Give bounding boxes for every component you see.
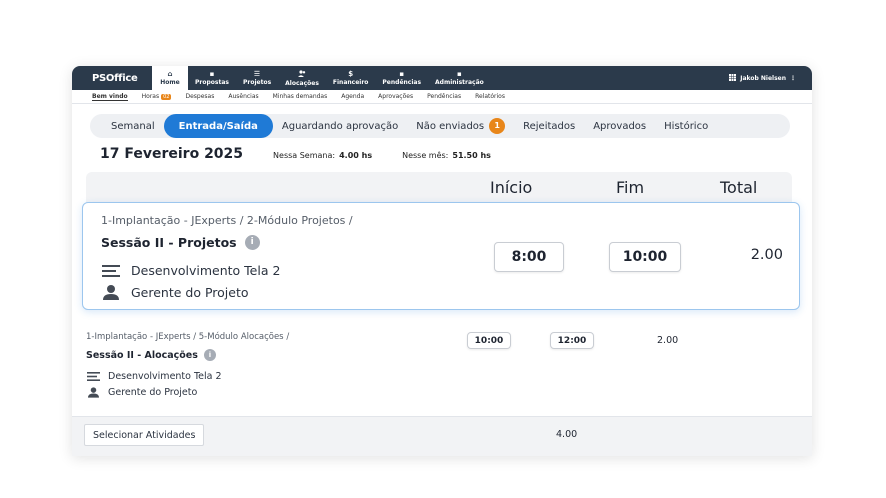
subnav-aprovacoes[interactable]: Aprovações xyxy=(378,93,413,100)
dollar-icon: $ xyxy=(348,70,354,78)
nav-home-label: Home xyxy=(160,79,180,86)
week-value: 4.00 hs xyxy=(339,151,373,160)
user-menu[interactable]: Jakob Nielsen ⋮ xyxy=(729,66,796,90)
entry-task-text: Desenvolvimento Tela 2 xyxy=(131,263,281,278)
entry-task: Desenvolvimento Tela 2 xyxy=(101,263,280,278)
nav-projetos-label: Projetos xyxy=(242,79,272,86)
people-icon xyxy=(298,69,306,79)
briefcase-icon: ▪ xyxy=(457,70,462,78)
entry-title: Sessão II - Projetos i xyxy=(101,235,260,250)
entry-role: Gerente do Projeto xyxy=(86,387,197,398)
current-date: 17 Fevereiro 2025 xyxy=(100,146,244,162)
nav-projetos[interactable]: ☰ Projetos xyxy=(236,66,278,90)
entry-task-text: Desenvolvimento Tela 2 xyxy=(108,371,222,382)
brand-logo: PSOffice xyxy=(92,72,138,84)
subnav-relatorios[interactable]: Relatórios xyxy=(475,93,505,100)
kebab-icon: ⋮ xyxy=(790,74,796,82)
subnav-bem-vindo[interactable]: Bem vindo xyxy=(92,93,128,101)
subnav-horas-label: Horas xyxy=(141,93,160,100)
tab-aprovados[interactable]: Aprovados xyxy=(584,114,655,138)
subnav-ausencias[interactable]: Ausências xyxy=(228,93,258,100)
tab-entrada-saida[interactable]: Entrada/Saída xyxy=(163,114,273,138)
entry-title-text: Sessão II - Alocações xyxy=(86,349,198,361)
end-time-input[interactable]: 10:00 xyxy=(609,242,681,272)
grand-total: 4.00 xyxy=(556,429,578,440)
entry-path: 1-Implantação - JExperts / 5-Módulo Aloc… xyxy=(86,332,290,342)
home-icon: ⌂ xyxy=(167,70,173,78)
info-icon[interactable]: i xyxy=(203,349,216,361)
inbox-icon: ▪ xyxy=(399,70,405,78)
entry-total: 2.00 xyxy=(657,335,679,346)
task-lines-icon xyxy=(86,372,100,381)
tab-aguardando-aprovacao[interactable]: Aguardando aprovação xyxy=(273,114,407,138)
subnav-agenda[interactable]: Agenda xyxy=(341,93,364,100)
entry-path: 1-Implantação - JExperts / 2-Módulo Proj… xyxy=(101,214,353,227)
nav-home[interactable]: ⌂ Home xyxy=(152,66,188,90)
start-time-input[interactable]: 10:00 xyxy=(467,332,511,349)
nav-pendencias[interactable]: ▪ Pendências xyxy=(375,66,428,90)
col-header-total: Total xyxy=(720,178,758,197)
list-icon: ☰ xyxy=(253,70,261,78)
grid-icon xyxy=(729,73,737,83)
subnav-despesas[interactable]: Despesas xyxy=(185,93,214,100)
person-icon xyxy=(101,285,121,300)
select-activities-button[interactable]: Selecionar Atividades xyxy=(84,424,205,446)
entry-title-text: Sessão II - Projetos xyxy=(101,235,237,250)
app-window: PSOffice ⌂ Home ▪ Propostas ☰ Projetos A… xyxy=(72,66,812,456)
entry-role-text: Gerente do Projeto xyxy=(108,387,198,398)
subnav-horas[interactable]: Horas 02 xyxy=(142,93,172,100)
view-tabs: Semanal Entrada/Saída Aguardando aprovaç… xyxy=(90,114,790,138)
entry-task: Desenvolvimento Tela 2 xyxy=(86,371,222,382)
nav-administracao[interactable]: ▪ Administração xyxy=(428,66,491,90)
table-footer: Selecionar Atividades 4.00 xyxy=(72,416,812,456)
month-label: Nesse mês: xyxy=(402,151,449,160)
nav-financeiro-label: Financeiro xyxy=(332,79,369,86)
proposal-icon: ▪ xyxy=(209,70,215,78)
person-icon xyxy=(86,387,100,398)
tab-historico[interactable]: Histórico xyxy=(655,114,717,138)
nav-alocacoes[interactable]: Alocações xyxy=(278,66,326,90)
tab-nao-enviados[interactable]: Não enviados 1 xyxy=(407,114,514,138)
entry-role-text: Gerente do Projeto xyxy=(131,285,249,300)
nav-administracao-label: Administração xyxy=(435,79,484,86)
time-entry-row[interactable]: 1-Implantação - JExperts / 5-Módulo Aloc… xyxy=(72,324,812,410)
tab-rejeitados[interactable]: Rejeitados xyxy=(514,114,584,138)
start-time-input[interactable]: 8:00 xyxy=(494,242,564,272)
task-lines-icon xyxy=(101,264,121,277)
week-total: Nessa Semana: 4.00 hs xyxy=(273,151,372,160)
month-total: Nesse mês: 51.50 hs xyxy=(402,151,491,160)
subnav-minhas-demandas[interactable]: Minhas demandas xyxy=(273,93,328,100)
nav-pendencias-label: Pendências xyxy=(382,79,422,86)
top-nav: PSOffice ⌂ Home ▪ Propostas ☰ Projetos A… xyxy=(72,66,812,90)
nav-alocacoes-label: Alocações xyxy=(285,79,319,87)
sub-nav: Bem vindo Horas 02 Despesas Ausências Min… xyxy=(72,90,812,104)
tab-nao-enviados-label: Não enviados xyxy=(416,120,485,132)
end-time-input[interactable]: 12:00 xyxy=(550,332,594,349)
summary-bar: 17 Fevereiro 2025 Nessa Semana: 4.00 hs N… xyxy=(100,146,491,162)
tab-semanal[interactable]: Semanal xyxy=(102,114,164,138)
col-header-end: Fim xyxy=(616,178,645,197)
week-label: Nessa Semana: xyxy=(273,151,336,160)
nav-propostas[interactable]: ▪ Propostas xyxy=(188,66,236,90)
time-entry-card[interactable]: 1-Implantação - JExperts / 2-Módulo Proj… xyxy=(82,202,800,310)
nao-enviados-badge: 1 xyxy=(489,118,506,134)
nav-propostas-label: Propostas xyxy=(195,79,229,86)
nav-financeiro[interactable]: $ Financeiro xyxy=(326,66,376,90)
month-value: 51.50 hs xyxy=(452,151,491,160)
entry-total: 2.00 xyxy=(750,247,783,263)
col-header-start: Início xyxy=(490,178,533,197)
info-icon[interactable]: i xyxy=(244,235,260,250)
user-name: Jakob Nielsen xyxy=(740,74,786,82)
horas-badge: 02 xyxy=(161,94,172,100)
subnav-pendencias[interactable]: Pendências xyxy=(427,93,461,100)
entry-title: Sessão II - Alocações i xyxy=(86,349,216,361)
table-header xyxy=(86,172,792,206)
entry-role: Gerente do Projeto xyxy=(101,285,249,300)
